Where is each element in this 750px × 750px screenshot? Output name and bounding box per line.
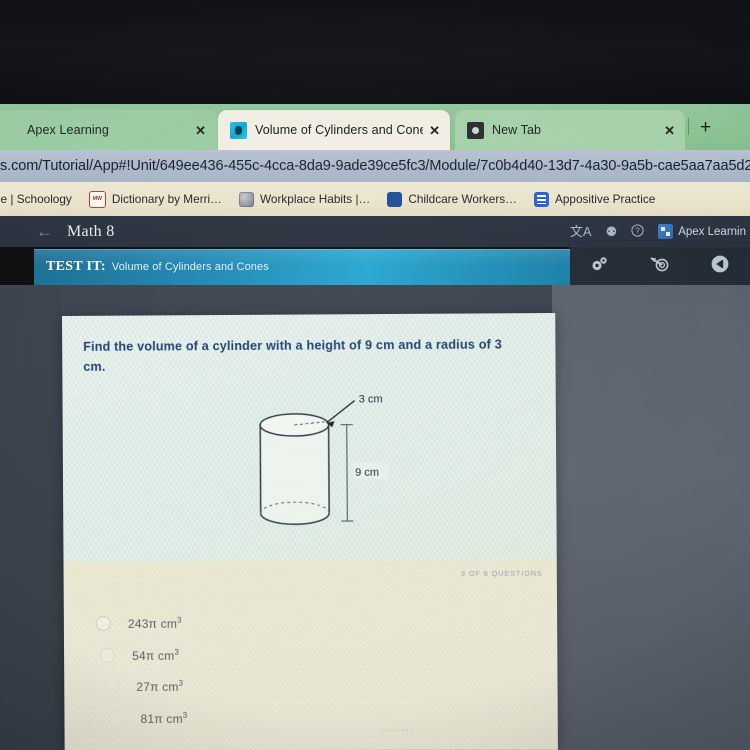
browser-tab-apex-learning[interactable]: Apex Learning ✕ (0, 110, 218, 150)
apex-learning-brand: Apex Learnin (658, 224, 746, 239)
answer-option-2[interactable]: 27π cm3 (104, 675, 183, 697)
cylinder-favicon (230, 121, 247, 139)
bookmark-label: Childcare Workers… (408, 192, 517, 206)
bookmark-appositive-practice[interactable]: Appositive Practice (533, 191, 656, 207)
bookmark-label: Workplace Habits |… (259, 192, 371, 206)
answer-option-0[interactable]: 243π cm3 (95, 612, 182, 634)
google-slides-icon (533, 191, 549, 207)
bookmark-childcare-workers[interactable]: Childcare Workers… (387, 191, 517, 207)
radio-button-icon[interactable] (104, 678, 120, 694)
monitor-bezel-top (0, 0, 750, 106)
question-counter: 3 of 8 QUESTIONS (460, 568, 543, 578)
tab-title: Apex Learning (27, 123, 109, 137)
bookmark-workplace-habits[interactable]: Workplace Habits |… (238, 191, 371, 207)
blank-favicon (2, 122, 19, 139)
brand-label: Apex Learnin (678, 225, 746, 238)
browser-tab-new-tab[interactable]: New Tab ✕ (455, 110, 685, 150)
globe-icon (238, 191, 254, 207)
bookmark-dictionary-by-merriam-webster[interactable]: Dictionary by Merri… (88, 190, 222, 208)
new-tab-button[interactable]: + (700, 118, 711, 137)
answer-option-label: 243π cm3 (127, 615, 182, 631)
settings-gears-icon[interactable] (590, 255, 610, 277)
answer-option-label: 27π cm3 (136, 678, 184, 694)
question-prompt: Find the volume of a cylinder with a hei… (83, 337, 503, 374)
answer-option-3[interactable]: 81π cm3 (108, 707, 187, 729)
app-header: ← Math 8 文A ⚉ ? Apex Learnin (0, 216, 750, 247)
rewind-icon[interactable] (710, 254, 730, 278)
tab-title: Volume of Cylinders and Cones (255, 123, 424, 137)
radio-button-icon[interactable] (108, 710, 124, 726)
screenshot-root: Apex Learning ✕ Volume of Cylinders and … (0, 0, 750, 750)
bookmark-label: Appositive Practice (554, 192, 656, 206)
app-body-left-gutter (0, 285, 62, 750)
answer-option-1[interactable]: 54π cm3 (100, 644, 179, 666)
radio-button-icon[interactable] (95, 615, 111, 631)
test-it-subtitle: Volume of Cylinders and Cones (111, 261, 269, 273)
bookmarks-bar: ne | Schoology Dictionary by Merri… Work… (0, 182, 750, 216)
lesson-toolbar (570, 247, 750, 285)
tab-title: New Tab (492, 123, 542, 137)
page-title: Math 8 (67, 222, 115, 240)
blue-circle-icon (387, 191, 403, 207)
test-it-banner: TEST IT: Volume of Cylinders and Cones (34, 249, 570, 285)
close-icon[interactable]: ✕ (429, 124, 440, 137)
url-text: s.com/Tutorial/App#!Unit/649ee436-455c-4… (0, 158, 750, 174)
svg-text:?: ? (635, 226, 640, 235)
target-dart-icon[interactable] (649, 255, 671, 277)
tabstrip-divider (688, 118, 689, 135)
question-stem-area: Find the volume of a cylinder with a hei… (62, 312, 557, 562)
answer-option-label: 54π cm3 (132, 647, 180, 663)
translate-icon[interactable]: 文A (570, 225, 592, 238)
browser-tab-volume-of-cylinders-and-cones[interactable]: Volume of Cylinders and Cones ✕ (218, 110, 450, 150)
answer-options-area: 3 of 8 QUESTIONS 243π cm3 54π cm3 27π cm… (63, 559, 558, 750)
back-arrow-icon[interactable]: ← (36, 223, 53, 240)
close-icon[interactable]: ✕ (664, 124, 675, 137)
read-aloud-icon[interactable]: ⚉ (606, 225, 618, 238)
apex-logo-icon (658, 224, 674, 239)
cylinder-diagram: 3 cm 9 cm (228, 393, 430, 545)
bookmark-schoology[interactable]: ne | Schoology (0, 192, 72, 206)
bookmark-label: ne | Schoology (0, 192, 72, 206)
merriam-webster-icon (88, 190, 106, 208)
close-icon[interactable]: ✕ (195, 124, 206, 137)
radio-button-icon[interactable] (100, 647, 116, 663)
address-bar[interactable]: s.com/Tutorial/App#!Unit/649ee436-455c-4… (0, 150, 750, 182)
browser-tab-strip: Apex Learning ✕ Volume of Cylinders and … (0, 104, 750, 150)
app-body-right-panel (552, 285, 750, 750)
help-icon[interactable]: ? (631, 224, 644, 239)
question-card: Find the volume of a cylinder with a hei… (62, 312, 558, 750)
bookmark-label: Dictionary by Merri… (111, 192, 222, 206)
chrome-favicon (467, 121, 484, 139)
bottom-faint-text: •••••••• (380, 726, 415, 735)
radius-label: 3 cm (359, 394, 383, 405)
app-header-actions: 文A ⚉ ? Apex Learnin (570, 216, 750, 247)
test-it-label: TEST IT: (46, 259, 106, 274)
height-label: 9 cm (355, 467, 379, 479)
answer-option-label: 81π cm3 (140, 710, 188, 726)
